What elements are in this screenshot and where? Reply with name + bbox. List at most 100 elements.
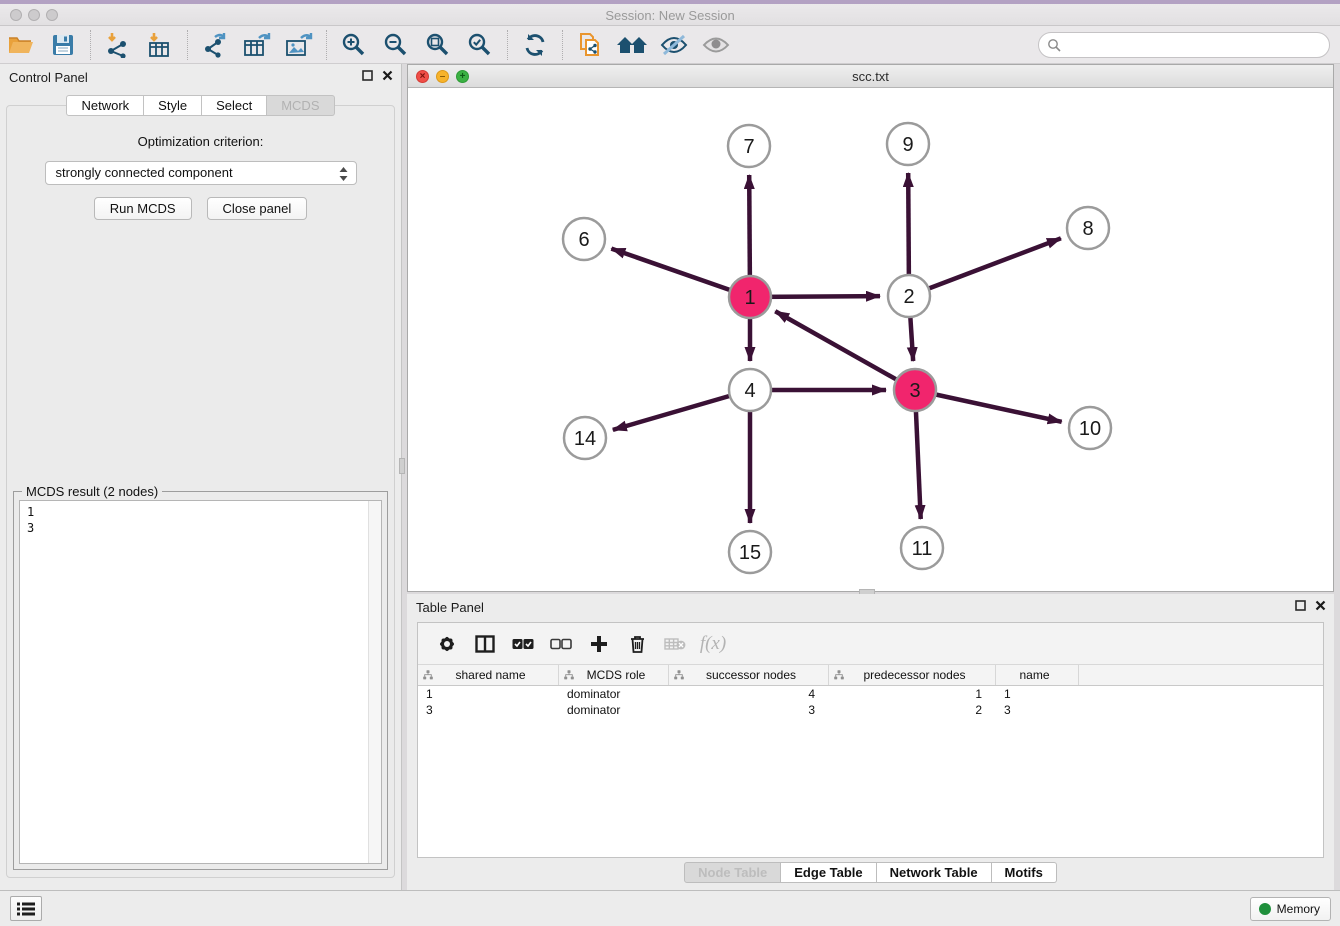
import-network-icon[interactable] bbox=[97, 28, 139, 62]
table-panel-title: Table Panel bbox=[416, 600, 484, 615]
table-panel-tabs: Node TableEdge TableNetwork TableMotifs bbox=[407, 862, 1334, 883]
graph-node-label: 10 bbox=[1079, 418, 1101, 440]
cell-shared-name[interactable]: 1 bbox=[418, 686, 559, 702]
main-toolbar bbox=[0, 26, 1340, 64]
column-header-successor-nodes[interactable]: successor nodes bbox=[669, 665, 829, 685]
cell-name[interactable]: 1 bbox=[996, 686, 1079, 702]
hierarchy-icon bbox=[674, 670, 684, 680]
tab-mcds[interactable]: MCDS bbox=[267, 95, 334, 116]
mcds-result-textarea[interactable]: 1 3 bbox=[19, 500, 382, 864]
function-builder-icon[interactable]: f(x) bbox=[694, 628, 732, 660]
memory-label: Memory bbox=[1277, 902, 1320, 916]
first-neighbors-home-icon[interactable] bbox=[611, 28, 653, 62]
close-panel-button[interactable]: Close panel bbox=[207, 197, 308, 220]
window-title: Session: New Session bbox=[0, 8, 1340, 23]
toolbar-separator bbox=[562, 30, 563, 60]
graph-node-label: 14 bbox=[574, 428, 596, 450]
close-table-panel-icon[interactable] bbox=[1315, 600, 1326, 611]
column-header-MCDS-role[interactable]: MCDS role bbox=[559, 665, 669, 685]
network-window-titlebar[interactable]: × – + scc.txt bbox=[408, 65, 1333, 88]
hide-selected-eye-slash-icon[interactable] bbox=[653, 28, 695, 62]
delete-trash-icon[interactable] bbox=[618, 628, 656, 660]
table-row[interactable]: 1dominator411 bbox=[418, 686, 1323, 702]
memory-button[interactable]: Memory bbox=[1250, 897, 1331, 921]
select-all-icon[interactable] bbox=[504, 628, 542, 660]
graph-node-label: 8 bbox=[1082, 218, 1093, 240]
memory-status-icon bbox=[1259, 903, 1271, 915]
cell-successor-nodes[interactable]: 4 bbox=[669, 686, 829, 702]
criterion-dropdown[interactable]: strongly connected component bbox=[45, 161, 357, 185]
cell-successor-nodes[interactable]: 3 bbox=[669, 702, 829, 718]
cell-MCDS-role[interactable]: dominator bbox=[559, 702, 669, 718]
node-table-container: f(x) shared nameMCDS rolesuccessor nodes… bbox=[417, 622, 1324, 858]
tab-edge-table[interactable]: Edge Table bbox=[781, 862, 876, 883]
tab-network-table[interactable]: Network Table bbox=[877, 862, 992, 883]
export-network-icon[interactable] bbox=[194, 28, 236, 62]
deselect-all-icon[interactable] bbox=[542, 628, 580, 660]
zoom-fit-icon[interactable] bbox=[417, 28, 459, 62]
graph-node-label: 2 bbox=[903, 286, 914, 308]
cell-MCDS-role[interactable]: dominator bbox=[559, 686, 669, 702]
graph-node-label: 6 bbox=[578, 229, 589, 251]
column-header-predecessor-nodes[interactable]: predecessor nodes bbox=[829, 665, 996, 685]
export-image-icon[interactable] bbox=[278, 28, 320, 62]
graph-node-label: 4 bbox=[744, 380, 755, 402]
cell-name[interactable]: 3 bbox=[996, 702, 1079, 718]
hierarchy-icon bbox=[834, 670, 844, 680]
graph-edge-3-1[interactable] bbox=[775, 311, 915, 390]
search-input[interactable] bbox=[1038, 32, 1330, 58]
optimization-criterion-label: Optimization criterion: bbox=[7, 134, 394, 149]
tab-style[interactable]: Style bbox=[144, 95, 202, 116]
zoom-out-icon[interactable] bbox=[375, 28, 417, 62]
close-panel-icon[interactable] bbox=[382, 70, 393, 81]
table-body: 1dominator4113dominator323 bbox=[418, 686, 1323, 857]
show-all-eye-icon[interactable] bbox=[695, 28, 737, 62]
tab-node-table[interactable]: Node Table bbox=[684, 862, 781, 883]
tab-select[interactable]: Select bbox=[202, 95, 267, 116]
tab-network[interactable]: Network bbox=[66, 95, 144, 116]
toolbar-separator bbox=[187, 30, 188, 60]
float-panel-icon[interactable] bbox=[362, 70, 373, 81]
zoom-in-icon[interactable] bbox=[333, 28, 375, 62]
run-mcds-button[interactable]: Run MCDS bbox=[94, 197, 192, 220]
zoom-selected-icon[interactable] bbox=[459, 28, 501, 62]
result-scrollbar[interactable] bbox=[368, 501, 381, 863]
vertical-splitter-handle[interactable] bbox=[399, 458, 405, 474]
table-row[interactable]: 3dominator323 bbox=[418, 702, 1323, 718]
add-column-icon[interactable] bbox=[580, 628, 618, 660]
task-history-button[interactable] bbox=[10, 896, 42, 921]
control-panel-tabs: NetworkStyleSelectMCDS bbox=[0, 95, 401, 116]
save-session-icon[interactable] bbox=[42, 28, 84, 62]
graph-node-label: 9 bbox=[902, 134, 913, 156]
cell-predecessor-nodes[interactable]: 2 bbox=[829, 702, 996, 718]
table-panel-header: Table Panel bbox=[407, 594, 1334, 620]
toolbar-separator bbox=[326, 30, 327, 60]
settings-gear-icon[interactable] bbox=[428, 628, 466, 660]
tab-motifs[interactable]: Motifs bbox=[992, 862, 1057, 883]
control-panel-title: Control Panel bbox=[9, 70, 88, 85]
table-toolbar: f(x) bbox=[418, 623, 1323, 665]
toggle-panel-icon[interactable] bbox=[466, 628, 504, 660]
toolbar-separator bbox=[507, 30, 508, 60]
window-titlebar: Session: New Session bbox=[0, 4, 1340, 26]
network-window-title: scc.txt bbox=[408, 69, 1333, 84]
column-header-shared-name[interactable]: shared name bbox=[418, 665, 559, 685]
column-header-name[interactable]: name bbox=[996, 665, 1079, 685]
float-table-panel-icon[interactable] bbox=[1295, 600, 1306, 611]
export-table-icon[interactable] bbox=[236, 28, 278, 62]
cell-predecessor-nodes[interactable]: 1 bbox=[829, 686, 996, 702]
graph-node-label: 3 bbox=[909, 380, 920, 402]
open-file-icon[interactable] bbox=[0, 28, 42, 62]
graph-edge-2-8[interactable] bbox=[909, 238, 1061, 296]
toolbar-separator bbox=[90, 30, 91, 60]
network-canvas[interactable]: 7968124314101511 bbox=[408, 89, 1333, 591]
table-panel: Table Panel bbox=[407, 594, 1334, 890]
mcds-result-values: 1 3 bbox=[20, 501, 381, 536]
import-table-icon[interactable] bbox=[139, 28, 181, 62]
delete-table-icon[interactable] bbox=[656, 628, 694, 660]
clone-network-icon[interactable] bbox=[569, 28, 611, 62]
network-view-window: × – + scc.txt 7968124314101511 bbox=[407, 64, 1334, 592]
cell-shared-name[interactable]: 3 bbox=[418, 702, 559, 718]
refresh-layout-icon[interactable] bbox=[514, 28, 556, 62]
graph-edge-3-10[interactable] bbox=[915, 390, 1062, 422]
